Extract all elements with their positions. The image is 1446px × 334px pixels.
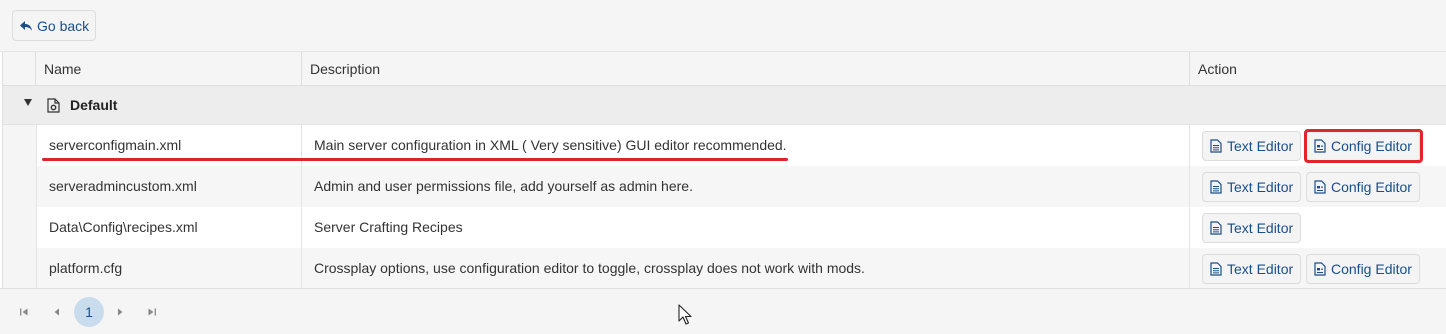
row-description: Crossplay options, use configuration edi… (301, 248, 1189, 289)
group-row-default[interactable]: Default (3, 86, 1446, 125)
prev-page-button[interactable] (45, 300, 69, 324)
first-page-button[interactable] (12, 300, 36, 324)
text-editor-label: Text Editor (1227, 261, 1294, 277)
row-name: platform.cfg (36, 248, 301, 289)
config-editor-label: Config Editor (1331, 261, 1412, 277)
table-row: serverconfigmain.xml Main server configu… (3, 125, 1446, 166)
toolbar: Go back (0, 0, 1446, 52)
config-file-icon (1314, 180, 1326, 194)
config-editor-button[interactable]: Config Editor (1306, 254, 1420, 284)
table-row: Data\Config\recipes.xml Server Crafting … (3, 207, 1446, 248)
file-text-icon (1210, 221, 1222, 235)
config-editor-button[interactable]: Config Editor (1306, 172, 1420, 202)
config-file-icon (1314, 139, 1326, 153)
column-header-description[interactable]: Description (301, 52, 1189, 86)
last-page-button[interactable] (140, 300, 164, 324)
text-editor-button[interactable]: Text Editor (1202, 254, 1301, 284)
row-description: Server Crafting Recipes (301, 207, 1189, 248)
file-gear-icon (47, 98, 60, 113)
column-header-name[interactable]: Name (35, 52, 301, 86)
config-editor-button[interactable]: Config Editor (1306, 131, 1420, 161)
row-name: Data\Config\recipes.xml (36, 207, 301, 248)
collapse-caret-icon[interactable] (24, 99, 32, 106)
prev-page-icon (54, 308, 59, 316)
pager: 1 (0, 288, 1446, 334)
text-editor-button[interactable]: Text Editor (1202, 131, 1301, 161)
file-text-icon (1210, 262, 1222, 276)
text-editor-label: Text Editor (1227, 220, 1294, 236)
mouse-cursor-icon (678, 304, 692, 325)
table-row: serveradmincustom.xml Admin and user per… (3, 166, 1446, 207)
text-editor-label: Text Editor (1227, 179, 1294, 195)
undo-arrow-icon (20, 20, 32, 31)
row-indent (3, 207, 36, 248)
text-editor-button[interactable]: Text Editor (1202, 213, 1301, 243)
first-page-icon (20, 308, 28, 316)
next-page-button[interactable] (108, 300, 132, 324)
file-grid: Name Description Action Default serverco… (2, 52, 1446, 289)
config-editor-label: Config Editor (1331, 138, 1412, 154)
row-description: Admin and user permissions file, add you… (301, 166, 1189, 207)
table-row: platform.cfg Crossplay options, use conf… (3, 248, 1446, 289)
config-editor-label: Config Editor (1331, 179, 1412, 195)
config-file-icon (1314, 262, 1326, 276)
row-indent (3, 166, 36, 207)
text-editor-label: Text Editor (1227, 138, 1294, 154)
row-description: Main server configuration in XML ( Very … (301, 125, 1189, 166)
text-editor-button[interactable]: Text Editor (1202, 172, 1301, 202)
group-label: Default (70, 97, 118, 113)
next-page-icon (118, 308, 123, 316)
row-name: serverconfigmain.xml (36, 125, 301, 166)
page-number-1[interactable]: 1 (74, 297, 104, 327)
go-back-label: Go back (37, 17, 90, 34)
row-name: serveradmincustom.xml (36, 166, 301, 207)
column-header-action[interactable]: Action (1189, 52, 1446, 86)
file-text-icon (1210, 139, 1222, 153)
last-page-icon (148, 308, 156, 316)
file-text-icon (1210, 180, 1222, 194)
grid-header: Name Description Action (3, 52, 1446, 86)
row-indent (3, 125, 36, 166)
go-back-button[interactable]: Go back (12, 10, 96, 41)
row-indent (3, 248, 36, 289)
